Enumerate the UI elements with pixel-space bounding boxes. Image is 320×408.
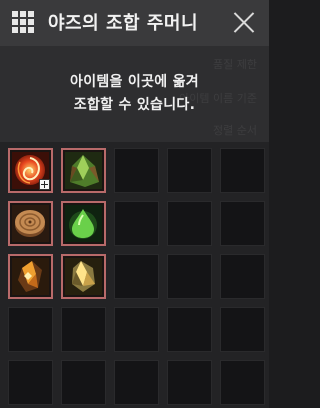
- item-slot-empty[interactable]: [167, 201, 212, 246]
- item-slot-empty[interactable]: [114, 254, 159, 299]
- item-slot[interactable]: [61, 201, 106, 246]
- amber-crystal-shard-icon: [12, 258, 49, 295]
- green-water-drop-icon: [65, 205, 102, 242]
- item-slot-empty[interactable]: [220, 307, 265, 352]
- item-slot-empty[interactable]: [114, 201, 159, 246]
- item-slot-empty[interactable]: [220, 148, 265, 193]
- item-slot[interactable]: [8, 254, 53, 299]
- green-earth-crystal-icon: [65, 152, 102, 189]
- wooden-log-disc-icon: [12, 205, 49, 242]
- instruction-line-1: 아이템을 이곳에 옮겨: [70, 74, 199, 90]
- close-icon[interactable]: [233, 11, 255, 33]
- item-slot-empty[interactable]: [167, 360, 212, 405]
- item-slot-grid: [8, 148, 265, 405]
- item-slot-empty[interactable]: [114, 307, 159, 352]
- window-title: 야즈의 조합 주머니: [48, 13, 199, 34]
- item-slot-empty[interactable]: [8, 307, 53, 352]
- golden-crystal-shard-icon: [65, 258, 102, 295]
- item-slot-empty[interactable]: [167, 148, 212, 193]
- plus-badge-icon: [39, 179, 50, 190]
- item-slot-empty[interactable]: [220, 201, 265, 246]
- combination-pouch-window: 야즈의 조합 주머니 품질 제한 아이템 이름 기준 정렬 순서 아이템을 이곳…: [0, 0, 269, 408]
- item-slot[interactable]: [61, 254, 106, 299]
- background-hint-1: 품질 제한: [213, 58, 257, 71]
- item-slot-empty[interactable]: [167, 254, 212, 299]
- item-slot[interactable]: [61, 148, 106, 193]
- item-slot-empty[interactable]: [220, 360, 265, 405]
- instruction-panel: 품질 제한 아이템 이름 기준 정렬 순서 아이템을 이곳에 옮겨 조합할 수 …: [0, 46, 269, 142]
- item-slot-empty[interactable]: [61, 307, 106, 352]
- item-slot-empty[interactable]: [8, 360, 53, 405]
- instruction-line-2: 조합할 수 있습니다.: [73, 97, 196, 113]
- item-slot[interactable]: [8, 201, 53, 246]
- grid-menu-icon[interactable]: [11, 10, 35, 34]
- item-slot-empty[interactable]: [167, 307, 212, 352]
- title-bar[interactable]: 야즈의 조합 주머니: [0, 0, 269, 46]
- item-slot-empty[interactable]: [114, 148, 159, 193]
- item-slot[interactable]: [8, 148, 53, 193]
- item-slot-empty[interactable]: [114, 360, 159, 405]
- item-slot-empty[interactable]: [220, 254, 265, 299]
- item-slot-empty[interactable]: [61, 360, 106, 405]
- background-hint-3: 정렬 순서: [213, 124, 257, 137]
